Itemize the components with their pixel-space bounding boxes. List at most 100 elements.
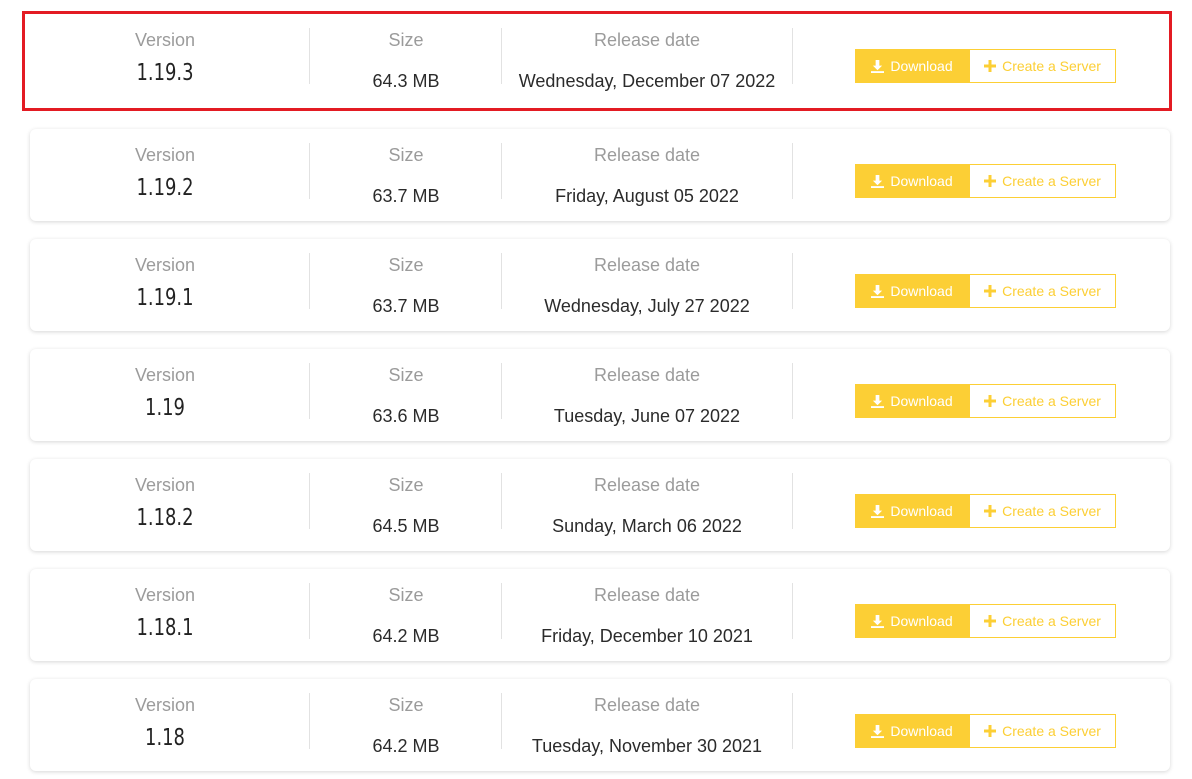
release-card: Version 1.19.2 Size 63.7 MB Release date… (30, 129, 1170, 221)
download-icon (871, 724, 885, 738)
create-server-button[interactable]: Create a Server (969, 164, 1116, 198)
action-buttons: Download Create a Server (855, 49, 1116, 83)
column-divider (792, 363, 793, 419)
column-divider (792, 693, 793, 749)
download-button[interactable]: Download (855, 494, 969, 528)
release-date-column: Release date Tuesday, June 07 2022 (502, 349, 792, 441)
version-column: Version 1.19 (70, 349, 260, 441)
column-divider (792, 473, 793, 529)
create-server-button-label: Create a Server (1002, 503, 1101, 519)
release-date-column: Release date Friday, August 05 2022 (502, 129, 792, 221)
release-date-value: Wednesday, July 27 2022 (544, 296, 750, 316)
release-date-column: Release date Tuesday, November 30 2021 (502, 679, 792, 771)
release-date-label: Release date (593, 255, 701, 275)
size-value: 64.2 MB (372, 626, 440, 646)
size-label: Size (388, 255, 424, 275)
size-value: 64.5 MB (372, 516, 440, 536)
action-buttons: Download Create a Server (855, 274, 1116, 308)
release-date-label: Release date (593, 585, 701, 605)
column-divider (792, 253, 793, 309)
create-server-button[interactable]: Create a Server (969, 714, 1116, 748)
release-date-label: Release date (593, 30, 701, 50)
action-buttons: Download Create a Server (855, 714, 1116, 748)
action-buttons: Download Create a Server (855, 164, 1116, 198)
release-date-value: Tuesday, June 07 2022 (553, 406, 741, 426)
version-value: 1.19.3 (136, 60, 194, 86)
plus-icon (984, 615, 997, 627)
column-divider (792, 28, 793, 84)
create-server-button-label: Create a Server (1002, 393, 1101, 409)
download-button-label: Download (890, 393, 953, 409)
download-button-label: Download (890, 173, 953, 189)
release-date-value: Friday, August 05 2022 (555, 186, 739, 206)
download-icon (871, 59, 885, 73)
version-label: Version (134, 475, 196, 495)
plus-icon (984, 175, 997, 187)
version-value: 1.18.1 (136, 615, 194, 641)
download-button-label: Download (890, 613, 953, 629)
plus-icon (984, 505, 997, 517)
version-column: Version 1.19.3 (70, 14, 260, 106)
version-label: Version (134, 585, 196, 605)
create-server-button[interactable]: Create a Server (969, 494, 1116, 528)
release-list: Version 1.19.3 Size 64.3 MB Release date… (0, 0, 1192, 779)
size-column: Size 64.3 MB (310, 14, 502, 106)
size-value: 63.7 MB (372, 186, 440, 206)
download-icon (871, 284, 885, 298)
size-column: Size 64.5 MB (310, 459, 502, 551)
create-server-button[interactable]: Create a Server (969, 604, 1116, 638)
plus-icon (984, 395, 997, 407)
version-value: 1.19.1 (136, 285, 194, 311)
create-server-button[interactable]: Create a Server (969, 274, 1116, 308)
version-value: 1.18.2 (136, 505, 194, 531)
download-button-label: Download (890, 283, 953, 299)
release-card: Version 1.19.1 Size 63.7 MB Release date… (30, 239, 1170, 331)
size-label: Size (388, 145, 424, 165)
size-value: 63.7 MB (372, 296, 440, 316)
release-date-label: Release date (593, 475, 701, 495)
size-value: 64.3 MB (372, 71, 440, 91)
release-date-label: Release date (593, 365, 701, 385)
plus-icon (984, 725, 997, 737)
download-button[interactable]: Download (855, 49, 969, 83)
size-column: Size 63.6 MB (310, 349, 502, 441)
download-button[interactable]: Download (855, 714, 969, 748)
release-card: Version 1.18.1 Size 64.2 MB Release date… (30, 569, 1170, 661)
version-label: Version (134, 30, 196, 50)
release-date-label: Release date (593, 695, 701, 715)
plus-icon (984, 60, 997, 72)
download-button[interactable]: Download (855, 164, 969, 198)
version-column: Version 1.18.2 (70, 459, 260, 551)
create-server-button-label: Create a Server (1002, 283, 1101, 299)
download-button-label: Download (890, 58, 953, 74)
release-card: Version 1.18 Size 64.2 MB Release date T… (30, 679, 1170, 771)
release-card: Version 1.18.2 Size 64.5 MB Release date… (30, 459, 1170, 551)
create-server-button[interactable]: Create a Server (969, 49, 1116, 83)
download-button-label: Download (890, 723, 953, 739)
release-date-column: Release date Friday, December 10 2021 (502, 569, 792, 661)
download-button[interactable]: Download (855, 384, 969, 418)
release-date-value: Wednesday, December 07 2022 (518, 71, 776, 91)
release-card: Version 1.19.3 Size 64.3 MB Release date… (30, 14, 1170, 106)
version-label: Version (134, 255, 196, 275)
version-value: 1.19 (145, 395, 185, 421)
download-icon (871, 394, 885, 408)
create-server-button-label: Create a Server (1002, 58, 1101, 74)
size-column: Size 63.7 MB (310, 129, 502, 221)
download-button[interactable]: Download (855, 274, 969, 308)
download-icon (871, 174, 885, 188)
size-column: Size 64.2 MB (310, 679, 502, 771)
size-label: Size (388, 695, 424, 715)
column-divider (792, 583, 793, 639)
release-date-label: Release date (593, 145, 701, 165)
version-value: 1.19.2 (136, 175, 194, 201)
release-date-value: Sunday, March 06 2022 (552, 516, 742, 536)
version-column: Version 1.18 (70, 679, 260, 771)
size-value: 63.6 MB (372, 406, 440, 426)
release-card: Version 1.19 Size 63.6 MB Release date T… (30, 349, 1170, 441)
size-column: Size 63.7 MB (310, 239, 502, 331)
size-label: Size (388, 30, 424, 50)
action-buttons: Download Create a Server (855, 384, 1116, 418)
download-button[interactable]: Download (855, 604, 969, 638)
create-server-button[interactable]: Create a Server (969, 384, 1116, 418)
